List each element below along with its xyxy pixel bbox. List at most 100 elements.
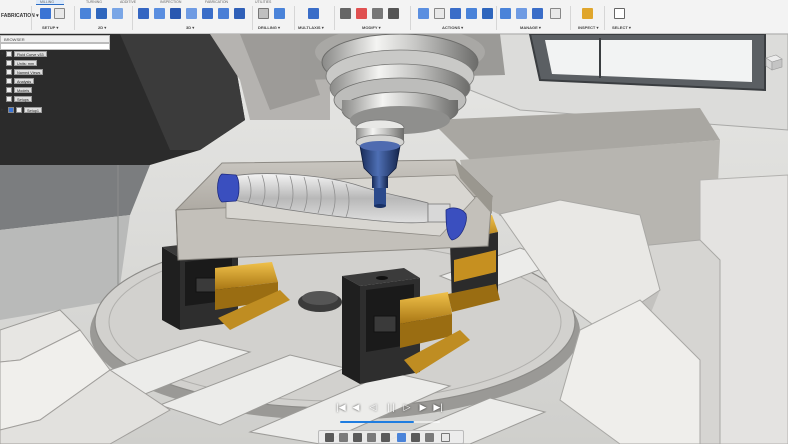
setup-icon[interactable] [40, 8, 51, 19]
grid-icon[interactable] [411, 433, 420, 442]
post-process-icon[interactable] [450, 8, 461, 19]
generate-icon[interactable] [434, 8, 445, 19]
browser-panel: BROWSER ▾ Fluid Curve v33 Units: mm Name… [0, 35, 110, 121]
select-icon[interactable] [614, 8, 625, 19]
simulation-settings-icon[interactable] [441, 433, 450, 442]
multi-axis-icon[interactable] [308, 8, 319, 19]
cut-icon[interactable] [340, 8, 351, 19]
machine-library-icon[interactable] [532, 8, 543, 19]
browser-search-input[interactable] [0, 43, 110, 50]
tab-inspection[interactable]: INSPECTION [160, 0, 181, 5]
fit-icon[interactable] [381, 433, 390, 442]
2d-contour-icon[interactable] [112, 8, 123, 19]
scallop-icon[interactable] [186, 8, 197, 19]
browser-item-label: Units: mm [14, 60, 38, 66]
2d-pocket-icon[interactable] [96, 8, 107, 19]
step-back-button[interactable]: ◀ [349, 400, 363, 414]
viewcube[interactable] [762, 52, 784, 72]
go-to-end-button[interactable]: ▶| [431, 400, 445, 414]
steep-shallow-icon[interactable] [170, 8, 181, 19]
browser-item-label: Setup1 [24, 107, 43, 113]
browser-item-label: Analysis [14, 78, 35, 84]
tab-turning[interactable]: TURNING [86, 0, 102, 5]
pan-icon[interactable] [353, 433, 362, 442]
step-forward-button[interactable]: ▶ [416, 400, 430, 414]
manage-group-label[interactable]: MANAGE ▾ [520, 25, 541, 31]
toolbar-divider [334, 6, 335, 30]
new-folder-icon[interactable] [54, 8, 65, 19]
post-library-icon[interactable] [550, 8, 561, 19]
orbit-icon[interactable] [325, 433, 334, 442]
toolbar-divider [252, 6, 253, 30]
setup-sheet-icon[interactable] [466, 8, 477, 19]
browser-item-label: Models [14, 87, 33, 93]
folder-icon [6, 78, 12, 84]
2d-face-icon[interactable] [80, 8, 91, 19]
folder-icon [6, 87, 12, 93]
measure-icon[interactable] [582, 8, 593, 19]
browser-item-label: Named Views [14, 69, 44, 75]
zoom-icon[interactable] [367, 433, 376, 442]
hole-recognition-icon[interactable] [274, 8, 285, 19]
ribbon-toolbar: MILLING TURNING ADDITIVE INSPECTION FABR… [0, 0, 788, 34]
toolbar-divider [410, 6, 411, 30]
folder-icon [6, 69, 12, 75]
workspace-switcher[interactable]: FABRICATION ▾ [0, 8, 39, 24]
inspect-group-label[interactable]: INSPECT ▾ [578, 25, 598, 31]
simulate-icon[interactable] [418, 8, 429, 19]
pause-button[interactable]: | | [384, 400, 398, 414]
browser-header[interactable]: BROWSER [0, 35, 110, 43]
tab-milling[interactable]: MILLING [40, 0, 54, 5]
tab-additive[interactable]: ADDITIVE [120, 0, 136, 5]
move-icon[interactable] [388, 8, 399, 19]
simulation-progress-fill [340, 421, 414, 423]
visibility-icon[interactable] [16, 107, 22, 113]
select-group-label[interactable]: SELECT ▾ [612, 25, 631, 31]
setup-icon [8, 107, 14, 113]
transform-icon[interactable] [372, 8, 383, 19]
toolbar-divider [294, 6, 295, 30]
2d-group-label[interactable]: 2D ▾ [98, 25, 106, 31]
contour-3d-icon[interactable] [218, 8, 229, 19]
simulation-playback-controls: |◀ ◀ ◁ | | ▷ ▶ ▶| [334, 400, 446, 414]
toolbar-divider [496, 6, 497, 30]
template-library-icon[interactable] [516, 8, 527, 19]
toolbar-divider [604, 6, 605, 30]
drill-icon[interactable] [258, 8, 269, 19]
toolbar-divider [74, 6, 75, 30]
display-settings-icon[interactable] [397, 433, 406, 442]
navigation-bar [318, 430, 464, 444]
actions-group-label[interactable]: ACTIONS ▾ [442, 25, 463, 31]
3d-group-label[interactable]: 3D ▾ [186, 25, 194, 31]
nc-program-icon[interactable] [482, 8, 493, 19]
fusion-cam-window: MILLING TURNING ADDITIVE INSPECTION FABR… [0, 0, 788, 444]
go-to-start-button[interactable]: |◀ [334, 400, 348, 414]
expand-triangle-icon[interactable]: ▸ [1, 106, 6, 114]
parallel-icon[interactable] [202, 8, 213, 19]
settings-icon [6, 60, 12, 66]
delete-icon[interactable] [356, 8, 367, 19]
setup-group-label[interactable]: SETUP ▾ [42, 25, 58, 31]
3d-viewport[interactable] [0, 0, 788, 444]
tab-utilities[interactable]: UTILITIES [255, 0, 271, 5]
browser-item-label: Fluid Curve v33 [14, 51, 47, 57]
drilling-group-label[interactable]: DRILLING ▾ [258, 25, 280, 31]
toolbar-divider [570, 6, 571, 30]
tool-library-icon[interactable] [500, 8, 511, 19]
browser-item-label: Setups [14, 96, 32, 102]
folder-icon [6, 96, 12, 102]
document-icon [6, 51, 12, 57]
play-backward-button[interactable]: ◁ [366, 400, 380, 414]
simulation-progress-bar[interactable] [340, 421, 440, 423]
play-forward-button[interactable]: ▷ [400, 400, 414, 414]
modify-group-label[interactable]: MODIFY ▾ [362, 25, 381, 31]
tab-fabrication[interactable]: FABRICATION [205, 0, 228, 5]
look-at-icon[interactable] [339, 433, 348, 442]
multi-axis-group-label[interactable]: MULTI-AXIS ▾ [298, 25, 324, 31]
morph-icon[interactable] [234, 8, 245, 19]
viewports-icon[interactable] [425, 433, 434, 442]
toolbar-divider [132, 6, 133, 30]
pocket-clearing-icon[interactable] [154, 8, 165, 19]
adaptive-clearing-icon[interactable] [138, 8, 149, 19]
toolbar-divider [31, 6, 32, 30]
